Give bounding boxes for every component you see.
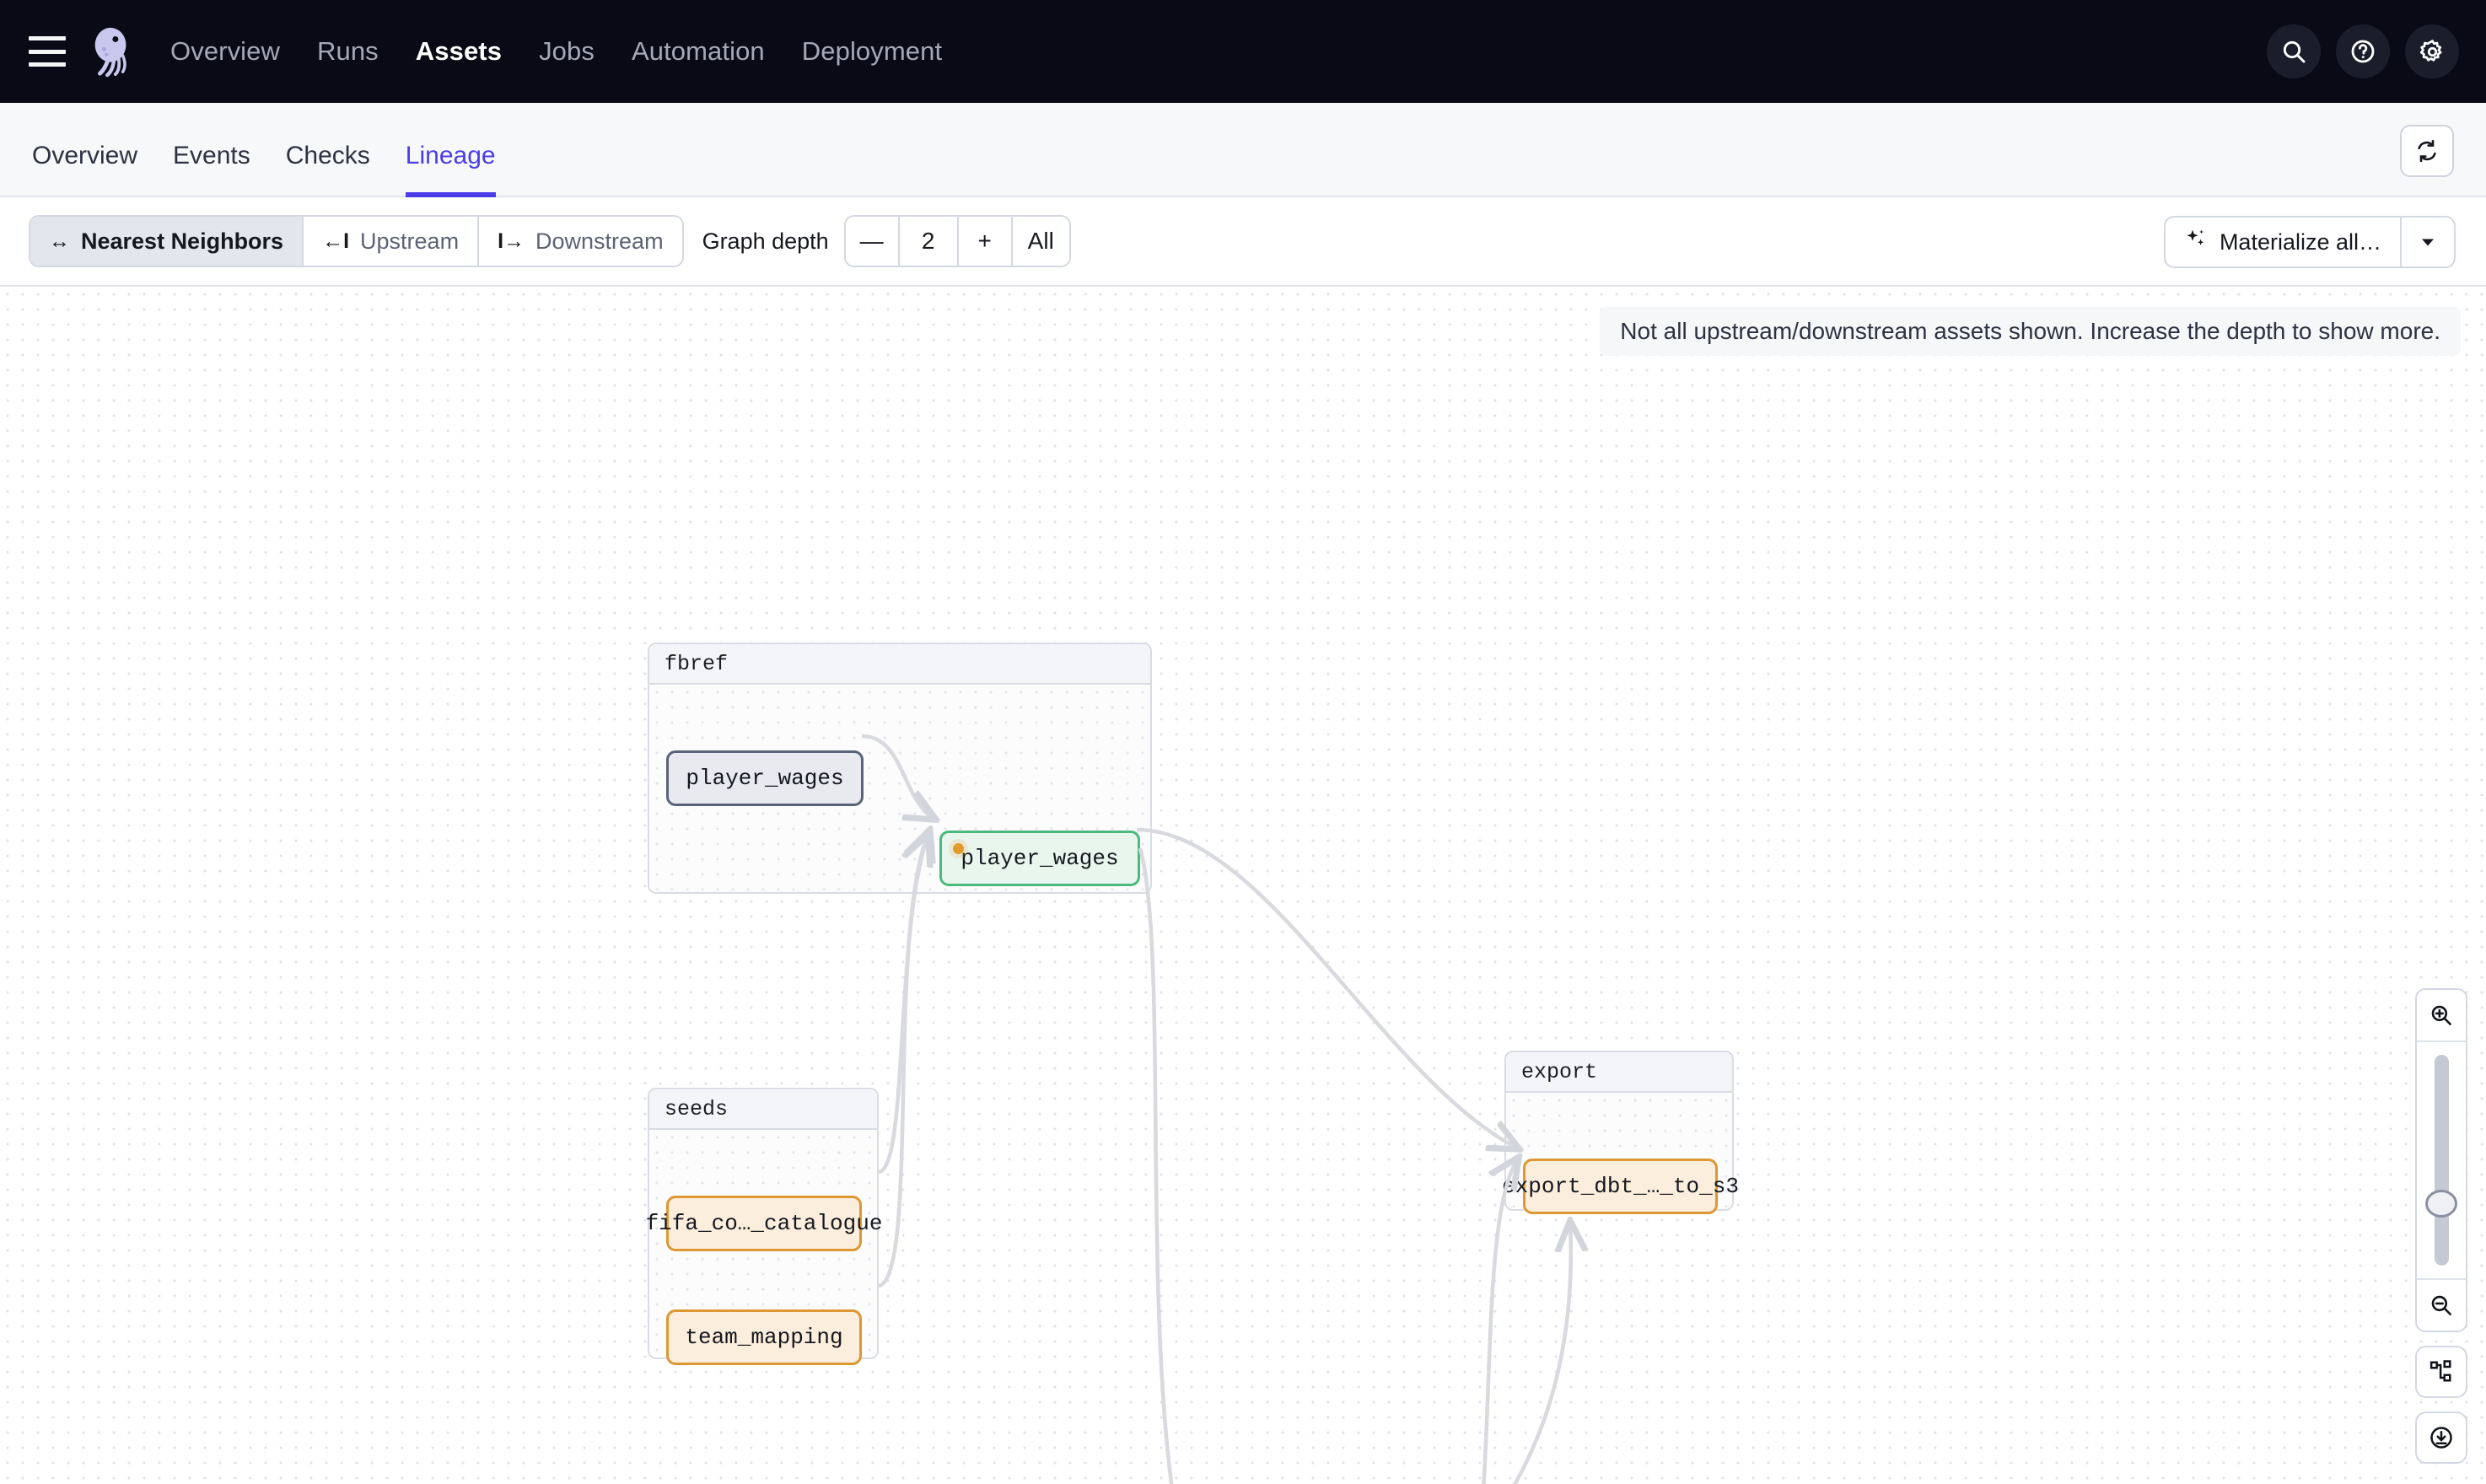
reload-definitions-button[interactable] (2400, 125, 2454, 177)
group-title-export: export (1521, 1060, 1597, 1084)
group-title-fbref: fbref (665, 652, 728, 676)
asset-node-label: player_wages (686, 766, 843, 791)
tab-lineage[interactable]: Lineage (406, 142, 496, 197)
zoom-slider-track (2435, 1055, 2449, 1266)
asset-tab-bar: Overview Events Checks Lineage (0, 103, 2486, 197)
depth-value: 2 (900, 217, 959, 266)
gear-icon[interactable] (2405, 24, 2459, 78)
depth-warning-banner: Not all upstream/downstream assets shown… (1600, 307, 2461, 356)
zoom-in-icon[interactable] (2417, 990, 2466, 1040)
lineage-toolbar: ↔ Nearest Neighbors ←I Upstream I→ Downs… (0, 197, 2486, 287)
graph-zoom-controls (2415, 988, 2467, 1464)
depth-all-button[interactable]: All (1013, 217, 1069, 266)
group-header-fbref: fbref (649, 644, 1150, 685)
asset-node-label: team_mapping (685, 1325, 842, 1350)
tab-list: Overview Events Checks Lineage (32, 103, 496, 196)
lineage-edges (0, 287, 2486, 1484)
group-body-fbref: player_wages player_wages (649, 685, 1150, 890)
fit-layout-icon[interactable] (2415, 1346, 2467, 1398)
zoom-stack (2415, 988, 2467, 1332)
materialize-button-group: Materialize all… (2164, 216, 2456, 268)
mode-upstream-label: Upstream (360, 229, 459, 255)
group-body-export: export_dbt_…_to_s3 (1506, 1093, 1732, 1207)
group-body-seeds: fifa_co…_catalogue team_mapping (649, 1130, 877, 1356)
asset-group-seeds[interactable]: seeds fifa_co…_catalogue team_mapping (648, 1088, 879, 1359)
graph-depth-stepper: — 2 + All (844, 215, 1071, 267)
downstream-arrow-icon: I→ (498, 229, 525, 254)
asset-node-label: fifa_co…_catalogue (646, 1211, 883, 1236)
hamburger-menu-icon[interactable] (29, 36, 66, 67)
sparkles-icon (2184, 228, 2208, 257)
nav-link-jobs[interactable]: Jobs (539, 36, 595, 67)
top-navigation-bar: Overview Runs Assets Jobs Automation Dep… (0, 0, 2486, 103)
top-nav-actions (2267, 0, 2459, 103)
nav-link-automation[interactable]: Automation (632, 36, 765, 67)
zoom-slider[interactable] (2417, 1042, 2466, 1278)
nav-link-deployment[interactable]: Deployment (802, 36, 942, 67)
upstream-arrow-icon: ←I (322, 229, 349, 254)
traversal-mode-group: ↔ Nearest Neighbors ←I Upstream I→ Downs… (29, 215, 684, 267)
mode-upstream[interactable]: ←I Upstream (304, 217, 479, 266)
materialize-all-button[interactable]: Materialize all… (2166, 218, 2402, 266)
zoom-slider-handle[interactable] (2425, 1190, 2457, 1218)
mode-downstream-label: Downstream (535, 229, 664, 255)
help-icon[interactable] (2336, 24, 2390, 78)
asset-node-label: player_wages (960, 846, 1118, 871)
primary-nav-links: Overview Runs Assets Jobs Automation Dep… (170, 36, 942, 67)
depth-decrement-button[interactable]: — (846, 217, 900, 266)
mode-nearest-neighbors[interactable]: ↔ Nearest Neighbors (30, 217, 304, 266)
chevron-down-icon[interactable] (2402, 218, 2454, 266)
nearest-neighbors-icon: ↔ (49, 229, 70, 254)
asset-node-label: export_dbt_…_to_s3 (1502, 1174, 1739, 1199)
depth-increment-button[interactable]: + (959, 217, 1013, 266)
download-icon[interactable] (2415, 1411, 2467, 1464)
asset-node-fbref-player-wages[interactable]: player_wages (939, 831, 1140, 886)
group-header-export: export (1506, 1052, 1732, 1093)
dagster-logo-icon[interactable] (84, 24, 140, 79)
tab-overview[interactable]: Overview (32, 142, 137, 197)
graph-depth-label: Graph depth (702, 229, 829, 255)
mode-downstream[interactable]: I→ Downstream (479, 217, 682, 266)
group-header-seeds: seeds (649, 1089, 877, 1130)
materialize-all-label: Materialize all… (2220, 229, 2381, 255)
asset-node-fbref-player-wages-source[interactable]: player_wages (666, 750, 864, 806)
asset-node-fifa-country-catalogue[interactable]: fifa_co…_catalogue (666, 1196, 862, 1251)
tab-events[interactable]: Events (173, 142, 250, 197)
lineage-graph-canvas[interactable]: Not all upstream/downstream assets shown… (0, 287, 2486, 1484)
group-title-seeds: seeds (665, 1097, 728, 1121)
materialization-status-dot (953, 843, 964, 854)
nav-link-runs[interactable]: Runs (317, 36, 379, 67)
asset-node-export-dbt-to-s3[interactable]: export_dbt_…_to_s3 (1523, 1159, 1718, 1214)
nav-link-overview[interactable]: Overview (170, 36, 280, 67)
asset-group-export[interactable]: export export_dbt_…_to_s3 (1504, 1051, 1734, 1211)
zoom-out-icon[interactable] (2417, 1280, 2466, 1331)
search-icon[interactable] (2267, 24, 2321, 78)
tab-checks[interactable]: Checks (286, 142, 370, 197)
asset-group-fbref[interactable]: fbref player_wages player_wages (648, 643, 1152, 894)
asset-node-team-mapping[interactable]: team_mapping (666, 1309, 862, 1365)
mode-nearest-neighbors-label: Nearest Neighbors (81, 229, 283, 255)
nav-link-assets[interactable]: Assets (416, 36, 502, 67)
